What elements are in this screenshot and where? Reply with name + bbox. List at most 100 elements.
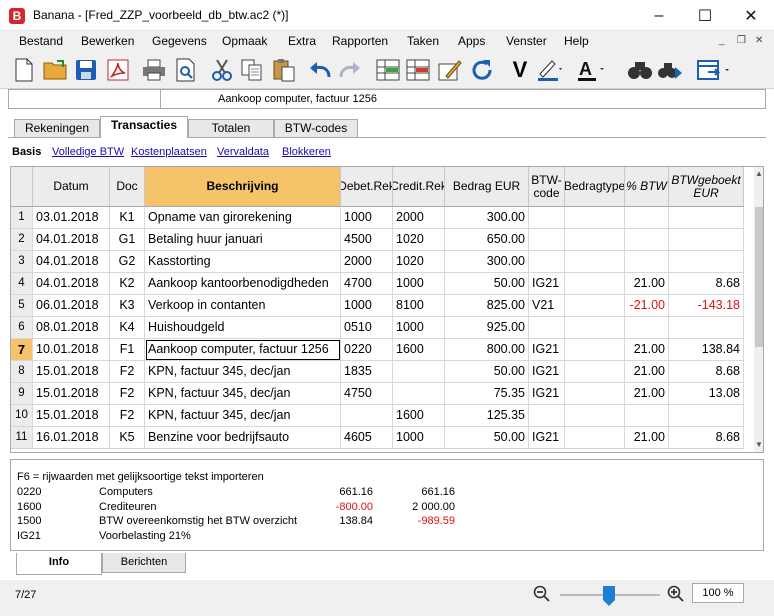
table-row[interactable]: 5 06.01.2018 K3 Verkoop in contanten 1000 810… — [11, 295, 744, 317]
column-header-bedragtype[interactable]: Bedragtype — [565, 167, 625, 207]
cell-beschr[interactable]: Aankoop kantoorbenodigdheden — [145, 273, 341, 295]
menu-help[interactable]: Help — [564, 34, 589, 48]
cell-bedrag[interactable]: 925.00 — [445, 317, 529, 339]
minimize-button[interactable]: – — [636, 0, 682, 31]
cell-btw[interactable] — [529, 229, 565, 251]
edit-records-icon[interactable] — [436, 56, 464, 84]
open-folder-icon[interactable] — [42, 56, 70, 84]
cell-geboekt[interactable]: 8.68 — [669, 361, 744, 383]
cell-geboekt[interactable] — [669, 251, 744, 273]
table-row[interactable]: 1 03.01.2018 K1 Opname van girorekening 1000… — [11, 207, 744, 229]
recalculate-icon[interactable] — [468, 56, 496, 84]
cell-pct[interactable]: 21.00 — [625, 361, 669, 383]
new-file-icon[interactable] — [10, 56, 38, 84]
cell-bedrag[interactable]: 825.00 — [445, 295, 529, 317]
view-volledige-btw[interactable]: Volledige BTW — [52, 146, 124, 158]
cell-beschr[interactable]: KPN, factuur 345, dec/jan — [145, 405, 341, 427]
menu-bewerken[interactable]: Bewerken — [81, 34, 134, 48]
row-number[interactable]: 2 — [11, 229, 33, 251]
cell-doc[interactable]: F2 — [110, 383, 145, 405]
cell-pct[interactable]: 21.00 — [625, 383, 669, 405]
cell-btw[interactable]: V21 — [529, 295, 565, 317]
scrollbar-thumb[interactable] — [755, 207, 763, 347]
column-header-datum[interactable]: Datum — [33, 167, 110, 207]
cell-credit[interactable]: 8100 — [393, 295, 445, 317]
cell-bedrag[interactable]: 50.00 — [445, 361, 529, 383]
menu-gegevens[interactable]: Gegevens — [152, 34, 207, 48]
delete-row-icon[interactable] — [404, 56, 432, 84]
cell-credit[interactable]: 1000 — [393, 317, 445, 339]
cell-credit[interactable] — [393, 383, 445, 405]
cell-btw[interactable] — [529, 207, 565, 229]
cell-pct[interactable]: 21.00 — [625, 427, 669, 449]
tab-transacties[interactable]: Transacties — [100, 116, 188, 138]
cell-type[interactable] — [565, 339, 625, 361]
row-number[interactable]: 5 — [11, 295, 33, 317]
cell-debet[interactable]: 2000 — [341, 251, 393, 273]
mdi-close-icon[interactable]: ✕ — [755, 35, 763, 46]
cell-datum[interactable]: 04.01.2018 — [33, 273, 110, 295]
cell-datum[interactable]: 15.01.2018 — [33, 405, 110, 427]
cell-debet[interactable]: 0220 — [341, 339, 393, 361]
save-icon[interactable] — [72, 56, 100, 84]
cell-credit[interactable]: 1600 — [393, 339, 445, 361]
cell-btw[interactable]: IG21 — [529, 383, 565, 405]
mdi-restore-icon[interactable]: ❐ — [737, 35, 746, 46]
tab-rekeningen[interactable]: Rekeningen — [14, 119, 100, 137]
print-preview-icon[interactable] — [172, 56, 200, 84]
row-number[interactable]: 6 — [11, 317, 33, 339]
undo-icon[interactable] — [306, 56, 334, 84]
cell-doc[interactable]: G1 — [110, 229, 145, 251]
cell-bedrag[interactable]: 300.00 — [445, 207, 529, 229]
cell-type[interactable] — [565, 361, 625, 383]
cell-type[interactable] — [565, 229, 625, 251]
cell-bedrag[interactable]: 650.00 — [445, 229, 529, 251]
cell-pct[interactable] — [625, 251, 669, 273]
cell-bedrag[interactable]: 800.00 — [445, 339, 529, 361]
view-blokkeren[interactable]: Blokkeren — [282, 146, 331, 158]
row-number[interactable]: 10 — [11, 405, 33, 427]
verify-icon[interactable]: V — [506, 56, 534, 84]
cell-doc[interactable]: G2 — [110, 251, 145, 273]
cell-debet[interactable]: 4750 — [341, 383, 393, 405]
table-row[interactable]: 8 15.01.2018 F2 KPN, factuur 345, dec/jan 18… — [11, 361, 744, 383]
row-number[interactable]: 9 — [11, 383, 33, 405]
table-row[interactable]: 9 15.01.2018 F2 KPN, factuur 345, dec/jan 47… — [11, 383, 744, 405]
cell-type[interactable] — [565, 251, 625, 273]
copy-icon[interactable] — [238, 56, 266, 84]
table-row[interactable]: 10 15.01.2018 F2 KPN, factuur 345, dec/jan 1… — [11, 405, 744, 427]
cell-debet[interactable] — [341, 405, 393, 427]
row-number[interactable]: 11 — [11, 427, 33, 449]
cell-btw[interactable]: IG21 — [529, 273, 565, 295]
row-number[interactable]: 3 — [11, 251, 33, 273]
cell-geboekt[interactable]: 138.84 — [669, 339, 744, 361]
row-number[interactable]: 8 — [11, 361, 33, 383]
mdi-minimize-icon[interactable]: _ — [719, 35, 725, 46]
row-number[interactable]: 1 — [11, 207, 33, 229]
tab-totalen[interactable]: Totalen — [188, 119, 274, 137]
cell-editor[interactable]: Aankoop computer, factuur 1256 — [8, 89, 766, 109]
cell-debet[interactable]: 4700 — [341, 273, 393, 295]
add-row-icon[interactable] — [374, 56, 402, 84]
cell-bedrag[interactable]: 75.35 — [445, 383, 529, 405]
change-view-icon[interactable] — [694, 56, 734, 84]
cell-pct[interactable]: 21.00 — [625, 339, 669, 361]
cell-geboekt[interactable]: 13.08 — [669, 383, 744, 405]
menu-venster[interactable]: Venster — [506, 34, 547, 48]
cell-btw[interactable] — [529, 405, 565, 427]
cell-beschr[interactable]: KPN, factuur 345, dec/jan — [145, 383, 341, 405]
cell-beschr[interactable]: Kasstorting — [145, 251, 341, 273]
print-icon[interactable] — [140, 56, 168, 84]
cell-pct[interactable]: 21.00 — [625, 273, 669, 295]
cell-credit[interactable]: 1000 — [393, 427, 445, 449]
column-header-debet-rek[interactable]: Debet.Rek — [341, 167, 393, 207]
menu-taken[interactable]: Taken — [407, 34, 439, 48]
cell-geboekt[interactable] — [669, 207, 744, 229]
cell-credit[interactable]: 1000 — [393, 273, 445, 295]
cell-datum[interactable]: 15.01.2018 — [33, 383, 110, 405]
tab-info[interactable]: Info — [16, 553, 102, 575]
paste-icon[interactable] — [270, 56, 298, 84]
cell-datum[interactable]: 04.01.2018 — [33, 251, 110, 273]
cell-editor-text[interactable]: Aankoop computer, factuur 1256 — [218, 93, 377, 105]
cell-debet[interactable]: 1000 — [341, 295, 393, 317]
